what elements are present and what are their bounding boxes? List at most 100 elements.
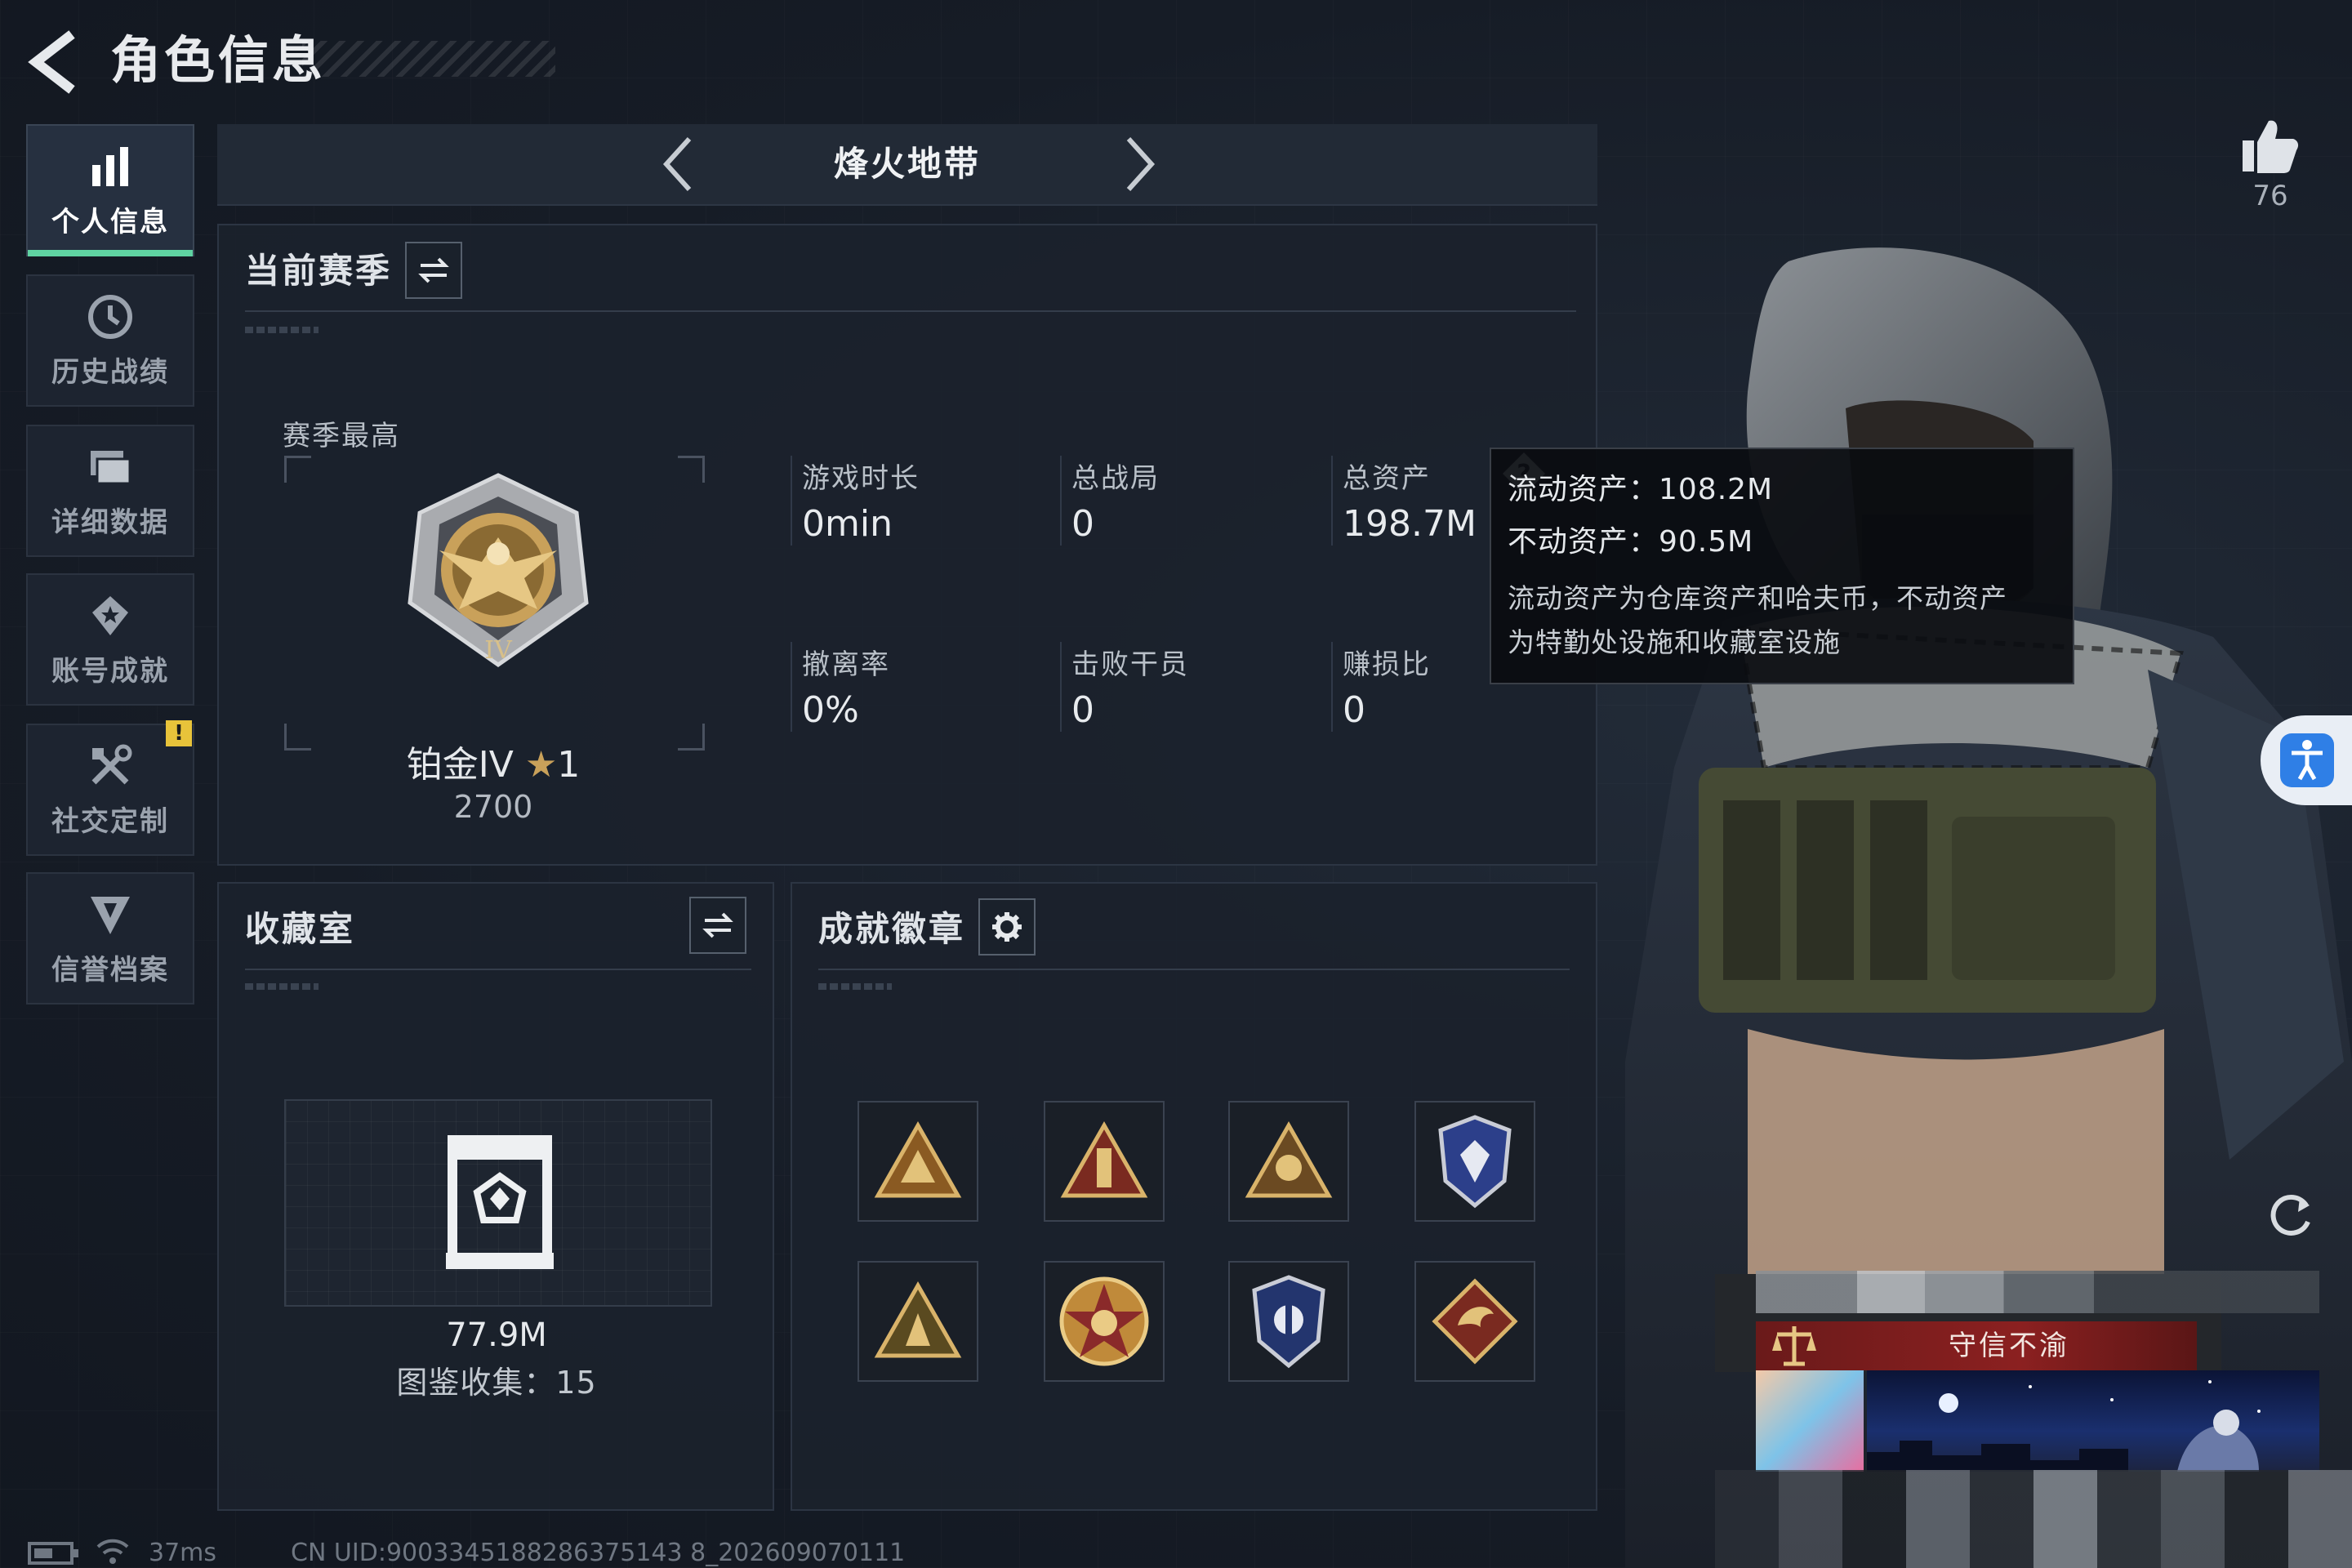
decor-text	[818, 983, 892, 990]
achievements-title: 成就徽章	[818, 909, 966, 949]
badge-shield-icon	[1252, 1275, 1325, 1369]
shield-icon	[91, 896, 130, 934]
night-sky-illustration	[1867, 1380, 2261, 1472]
stat-separator	[1060, 456, 1062, 546]
decor-text	[245, 327, 318, 333]
sidebar-item-label: 个人信息	[51, 205, 169, 238]
tooltip-note-line2: 为特勤处设施和收藏室设施	[1508, 626, 1841, 658]
accessibility-button[interactable]	[2261, 715, 2352, 805]
stat-label-profit-ratio: 赚损比	[1343, 648, 1431, 681]
swap-icon	[702, 912, 733, 938]
stat-value-extraction: 0%	[802, 689, 859, 731]
season-panel: 当前赛季 赛季最高 IV 铂金IV ★1 2700 游戏时长 0min 总战局 …	[217, 224, 1597, 866]
ping-text: 37ms	[149, 1539, 217, 1567]
rank-name: 铂金IV	[406, 744, 514, 786]
back-button[interactable]	[24, 29, 90, 95]
mode-title: 烽火地带	[833, 144, 981, 184]
accessibility-icon	[2280, 733, 2334, 787]
sidebar-item-reputation[interactable]: 信誉档案	[26, 872, 194, 1004]
collection-switch-button[interactable]	[689, 897, 746, 954]
collection-display-case[interactable]	[284, 1099, 712, 1307]
stat-value-playtime: 0min	[802, 503, 893, 545]
season-divider	[245, 310, 1576, 312]
rotate-model-button[interactable]	[2262, 1187, 2319, 1245]
collection-title: 收藏室	[245, 909, 356, 949]
prev-mode-button[interactable]	[650, 134, 710, 194]
assets-tooltip: 流动资产：108.2M 不动资产：90.5M 流动资产为仓库资产和哈夫币，不动资…	[1490, 448, 2074, 684]
badge-dragon-icon	[1432, 1278, 1518, 1365]
collection-panel: 收藏室 77.9M 图鉴收集：15	[217, 882, 774, 1511]
badge-triangle-icon	[1245, 1120, 1333, 1198]
like-widget[interactable]: 76	[2205, 114, 2336, 212]
folder-icon	[91, 450, 131, 484]
triangle-badge-4[interactable]	[858, 1261, 978, 1382]
name-card-banner	[1867, 1370, 2319, 1472]
badge-triangle-icon	[1060, 1120, 1148, 1198]
collection-catalog: 图鉴收集：15	[396, 1365, 597, 1401]
mode-selector: 烽火地带	[217, 124, 1597, 206]
sidebar-item-label: 账号成就	[51, 654, 169, 688]
stat-label-kills: 击败干员	[1071, 648, 1189, 681]
player-name-redacted	[1756, 1271, 2319, 1313]
triangle-badge-2[interactable]	[1044, 1101, 1165, 1222]
stat-value-assets: 198.7M	[1343, 503, 1477, 545]
honor-title: 守信不渝	[1949, 1330, 2069, 1362]
tooltip-note-line1: 流动资产为仓库资产和哈夫币，不动资产	[1508, 582, 2007, 614]
stat-separator	[1331, 456, 1333, 546]
rank-caption: 赛季最高	[283, 420, 400, 452]
achievements-divider	[818, 969, 1570, 970]
season-title: 当前赛季	[245, 251, 393, 291]
badge-triangle-icon	[874, 1120, 962, 1198]
badge-star-medal-icon	[1059, 1276, 1149, 1366]
dragon-badge[interactable]	[1414, 1261, 1535, 1382]
badge-triangle-icon	[874, 1281, 962, 1358]
stat-separator	[1331, 642, 1333, 732]
badge-shield-icon	[1438, 1115, 1512, 1209]
bar-chart-icon	[92, 146, 128, 186]
sidebar-item-achievements[interactable]: 账号成就	[26, 573, 194, 706]
rank-points: 2700	[453, 789, 533, 825]
gear-icon	[992, 912, 1022, 942]
sidebar-item-details[interactable]: 详细数据	[26, 425, 194, 557]
battery-icon	[28, 1542, 78, 1565]
achievements-panel: 成就徽章	[791, 882, 1597, 1511]
stat-separator	[1060, 642, 1062, 732]
achievements-settings-button[interactable]	[978, 898, 1036, 956]
shield-badge-1[interactable]	[1414, 1101, 1535, 1222]
collection-divider	[245, 969, 751, 970]
shield-badge-2[interactable]	[1228, 1261, 1349, 1382]
thumbs-up-icon	[2243, 120, 2299, 173]
title-decoration	[302, 41, 555, 77]
tooltip-liquid-assets: 流动资产：108.2M	[1508, 473, 1774, 506]
notification-badge: !	[166, 720, 192, 746]
wifi-icon	[96, 1539, 129, 1564]
avatar[interactable]	[1756, 1370, 1864, 1472]
triangle-badge-3[interactable]	[1228, 1101, 1349, 1222]
stat-label-matches: 总战局	[1071, 462, 1160, 495]
stat-label-extraction: 撤离率	[802, 648, 890, 681]
stat-value-kills: 0	[1071, 689, 1094, 731]
display-case-icon	[446, 1135, 554, 1269]
svg-text:IV: IV	[484, 636, 513, 665]
rank-emblem-icon: IV	[408, 473, 589, 668]
tools-icon	[91, 744, 132, 784]
sidebar-item-label: 信誉档案	[51, 953, 169, 987]
stat-value-profit-ratio: 0	[1343, 689, 1365, 731]
star-icon: ★	[524, 744, 558, 786]
next-mode-button[interactable]	[1107, 134, 1168, 194]
triangle-badge-1[interactable]	[858, 1101, 978, 1222]
sidebar-item-personal-info[interactable]: 个人信息	[26, 124, 194, 256]
frame-corner	[678, 456, 705, 483]
page-title: 角色信息	[110, 30, 327, 90]
redacted-area	[1715, 1470, 2352, 1568]
season-switch-button[interactable]	[405, 242, 462, 299]
stat-label-assets: 总资产	[1343, 462, 1431, 495]
sidebar-item-label: 社交定制	[51, 804, 169, 838]
sidebar-item-history[interactable]: 历史战绩	[26, 274, 194, 407]
swap-icon	[418, 257, 449, 283]
achievement-icon	[92, 595, 128, 635]
like-count: 76	[2252, 180, 2288, 212]
sidebar-item-label: 详细数据	[51, 506, 169, 539]
rank-stars: 1	[557, 744, 581, 786]
star-medal-badge[interactable]	[1044, 1261, 1165, 1382]
